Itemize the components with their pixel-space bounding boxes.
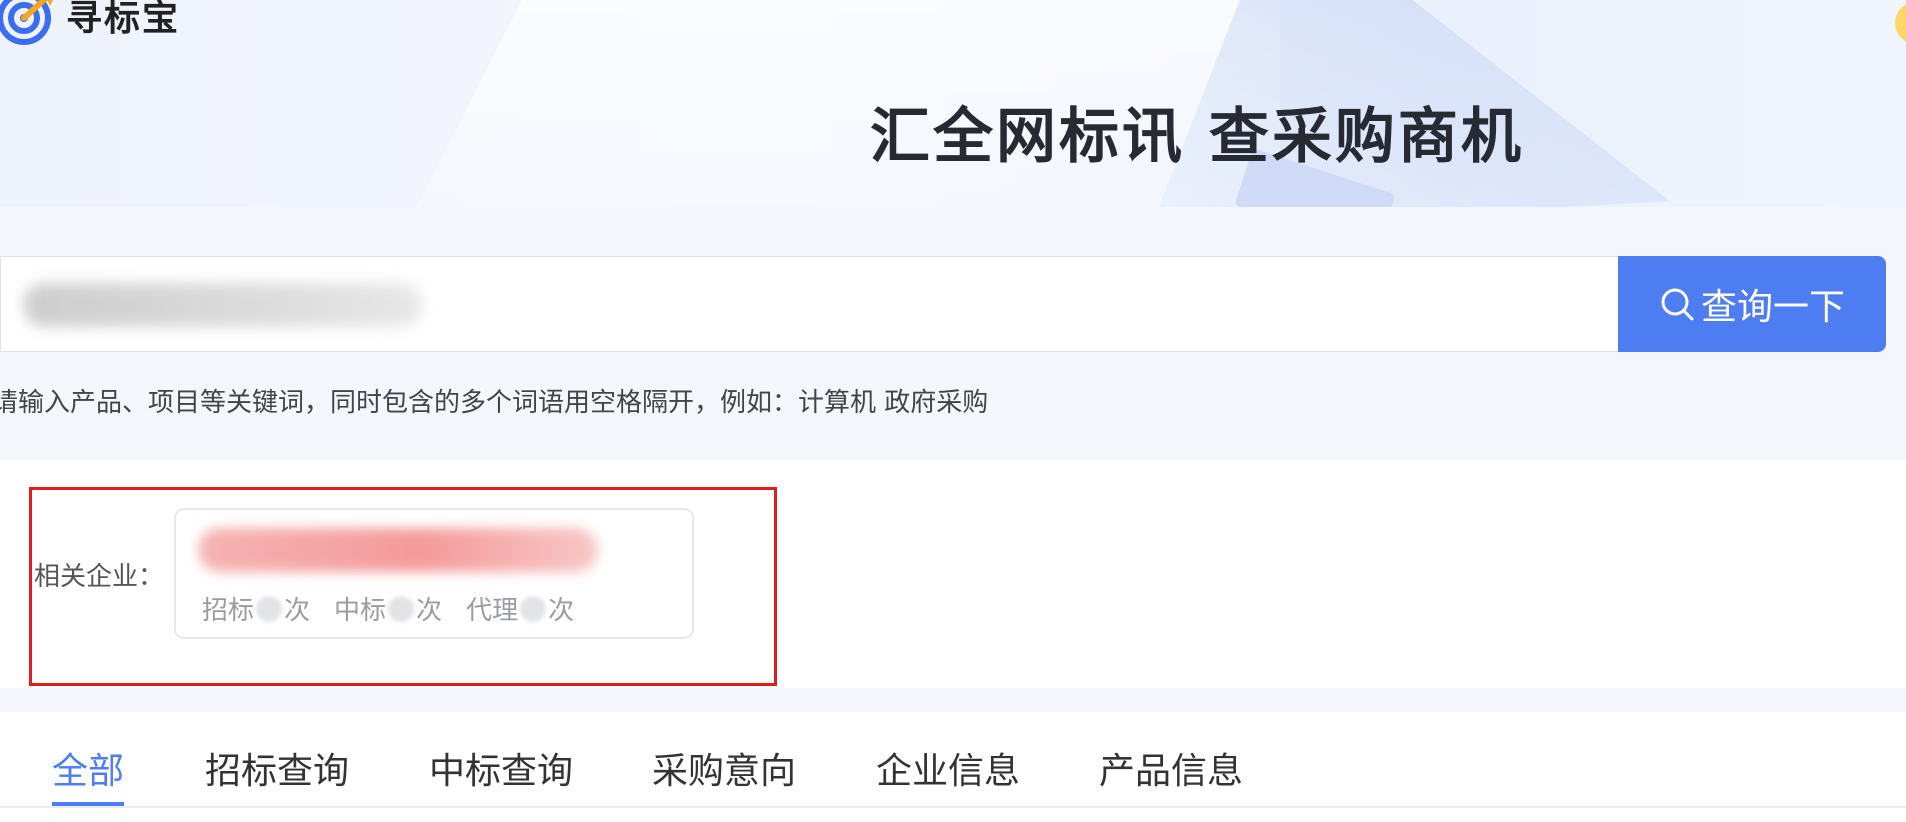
company-card[interactable]: 招标 次 中标 次 代理 次 (174, 508, 694, 639)
search-button-label: 查询一下 (1700, 287, 1845, 328)
search-button[interactable]: 查询一下 (1618, 256, 1886, 352)
search-input-container (0, 256, 1618, 352)
company-stats: 招标 次 中标 次 代理 次 (202, 590, 598, 627)
stat-bids: 招标 次 (202, 590, 310, 627)
stat-wins-suffix: 次 (416, 596, 443, 626)
stat-wins: 中标 次 (334, 590, 442, 627)
stat-agency: 代理 次 (466, 590, 574, 627)
hero-decor-dot (1895, 2, 1906, 44)
company-name[interactable] (198, 528, 598, 572)
tab-all[interactable]: 全部 (52, 742, 124, 794)
search-hint: 请输入产品、项目等关键词，同时包含的多个词语用空格隔开，例如：计算机 政府采购 (0, 388, 989, 418)
hero-slogan: 汇全网标讯 查采购商机 (870, 102, 1524, 172)
search-icon (1661, 288, 1694, 321)
hero-banner: 寻标宝 汇全网标讯 查采购商机 (0, 0, 1906, 207)
stat-agency-prefix: 代理 (466, 596, 519, 626)
tab-company-info[interactable]: 企业信息 (876, 742, 1020, 794)
tab-tender-search[interactable]: 招标查询 (205, 742, 349, 794)
stat-bids-prefix: 招标 (202, 596, 255, 626)
result-tabs: 全部 招标查询 中标查询 采购意向 企业信息 产品信息 (0, 712, 1906, 808)
tab-product-info[interactable]: 产品信息 (1099, 742, 1243, 794)
active-tab-indicator (52, 802, 124, 806)
redacted-query-text (23, 283, 423, 327)
stat-bids-suffix: 次 (284, 596, 311, 626)
stat-wins-prefix: 中标 (334, 596, 387, 626)
tab-purchase-intent[interactable]: 采购意向 (652, 742, 796, 794)
brand-name: 寻标宝 (66, 0, 181, 39)
search-bar: 查询一下 (0, 256, 1886, 352)
target-arrow-icon (0, 0, 53, 45)
tab-award-search[interactable]: 中标查询 (429, 742, 573, 794)
related-company-label: 相关企业： (34, 562, 165, 592)
brand-logo[interactable]: 寻标宝 (0, 0, 180, 50)
stat-bids-count (256, 595, 283, 622)
stat-wins-count (388, 595, 415, 622)
stat-agency-count (520, 595, 547, 622)
result-tabs-panel: 全部 招标查询 中标查询 采购意向 企业信息 产品信息 (0, 712, 1906, 822)
stat-agency-suffix: 次 (548, 596, 575, 626)
